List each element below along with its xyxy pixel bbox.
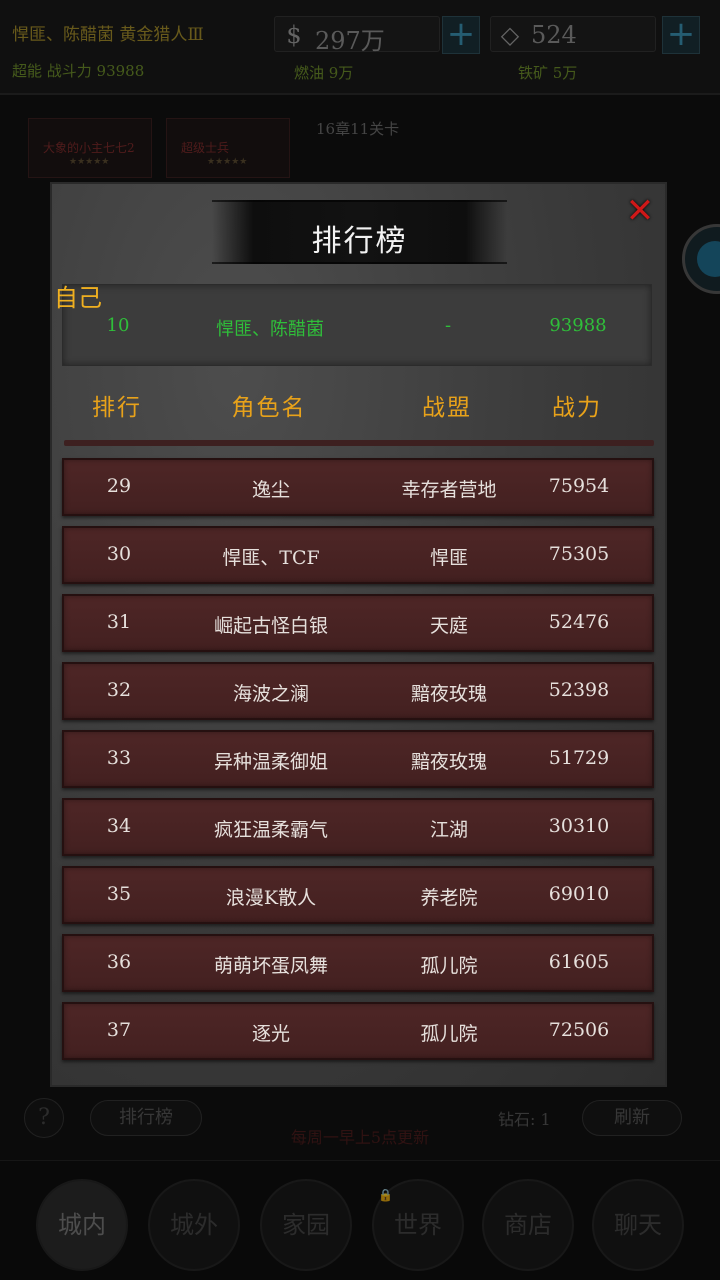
table-row[interactable]: 35 浪漫K散人 养老院 69010 — [62, 866, 654, 924]
row-name: 逐光 — [251, 1023, 290, 1045]
header-power: 战力 — [552, 395, 602, 421]
self-name: 悍匪、陈醋菌 — [216, 319, 324, 340]
row-power: 61605 — [548, 951, 610, 973]
row-rank: 34 — [106, 815, 132, 837]
self-rank-row: 10 悍匪、陈醋菌 - 93988 — [62, 284, 652, 366]
row-power: 52398 — [548, 679, 610, 701]
row-power: 52476 — [548, 611, 610, 633]
row-rank: 29 — [106, 475, 132, 497]
header-alliance: 战盟 — [422, 395, 472, 421]
row-power: 75954 — [548, 475, 610, 497]
row-alliance: 悍匪 — [429, 547, 468, 569]
row-power: 72506 — [548, 1019, 610, 1041]
row-alliance: 养老院 — [420, 887, 478, 909]
table-row[interactable]: 32 海波之澜 黯夜玫瑰 52398 — [62, 662, 654, 720]
header-rank: 排行 — [92, 395, 142, 421]
header-divider — [64, 440, 654, 446]
row-name: 悍匪、TCF — [222, 547, 320, 569]
row-power: 51729 — [548, 747, 610, 769]
row-rank: 33 — [106, 747, 132, 769]
row-name: 崛起古怪白银 — [213, 615, 328, 637]
row-alliance: 黯夜玫瑰 — [410, 751, 487, 773]
leaderboard-dialog: 排行榜 ✕ 10 悍匪、陈醋菌 - 93988 自己 排行 角色名 战盟 战力 … — [50, 182, 667, 1087]
dialog-title: 排行榜 — [311, 224, 408, 259]
row-name: 萌萌坏蛋凤舞 — [213, 955, 328, 977]
row-rank: 31 — [106, 611, 132, 633]
self-label: 自己 — [54, 284, 102, 312]
table-row[interactable]: 30 悍匪、TCF 悍匪 75305 — [62, 526, 654, 584]
row-rank: 35 — [106, 883, 132, 905]
row-rank: 36 — [106, 951, 132, 973]
row-name: 逸尘 — [251, 479, 290, 501]
row-name: 海波之澜 — [232, 683, 309, 705]
self-rank: 10 — [106, 315, 130, 336]
row-alliance: 黯夜玫瑰 — [410, 683, 487, 705]
table-row[interactable]: 31 崛起古怪白银 天庭 52476 — [62, 594, 654, 652]
row-rank: 30 — [106, 543, 132, 565]
row-alliance: 幸存者营地 — [401, 479, 497, 501]
table-row[interactable]: 29 逸尘 幸存者营地 75954 — [62, 458, 654, 516]
table-row[interactable]: 36 萌萌坏蛋凤舞 孤儿院 61605 — [62, 934, 654, 992]
table-row[interactable]: 34 疯狂温柔霸气 江湖 30310 — [62, 798, 654, 856]
close-icon[interactable]: ✕ — [620, 194, 660, 230]
row-alliance: 天庭 — [429, 615, 468, 637]
title-banner: 排行榜 — [212, 200, 507, 264]
row-name: 疯狂温柔霸气 — [213, 819, 328, 841]
row-power: 69010 — [548, 883, 610, 905]
self-power: 93988 — [549, 315, 607, 336]
row-rank: 37 — [106, 1019, 132, 1041]
row-alliance: 孤儿院 — [420, 955, 478, 977]
row-alliance: 孤儿院 — [420, 1023, 478, 1045]
table-row[interactable]: 37 逐光 孤儿院 72506 — [62, 1002, 654, 1060]
self-alliance: - — [444, 315, 452, 336]
header-name: 角色名 — [231, 395, 307, 421]
row-rank: 32 — [106, 679, 132, 701]
row-name: 浪漫K散人 — [225, 887, 317, 909]
table-row[interactable]: 33 异种温柔御姐 黯夜玫瑰 51729 — [62, 730, 654, 788]
table-header: 排行 角色名 战盟 战力 — [62, 372, 652, 436]
row-power: 75305 — [548, 543, 610, 565]
row-power: 30310 — [548, 815, 610, 837]
row-alliance: 江湖 — [429, 819, 468, 841]
row-name: 异种温柔御姐 — [213, 751, 328, 773]
